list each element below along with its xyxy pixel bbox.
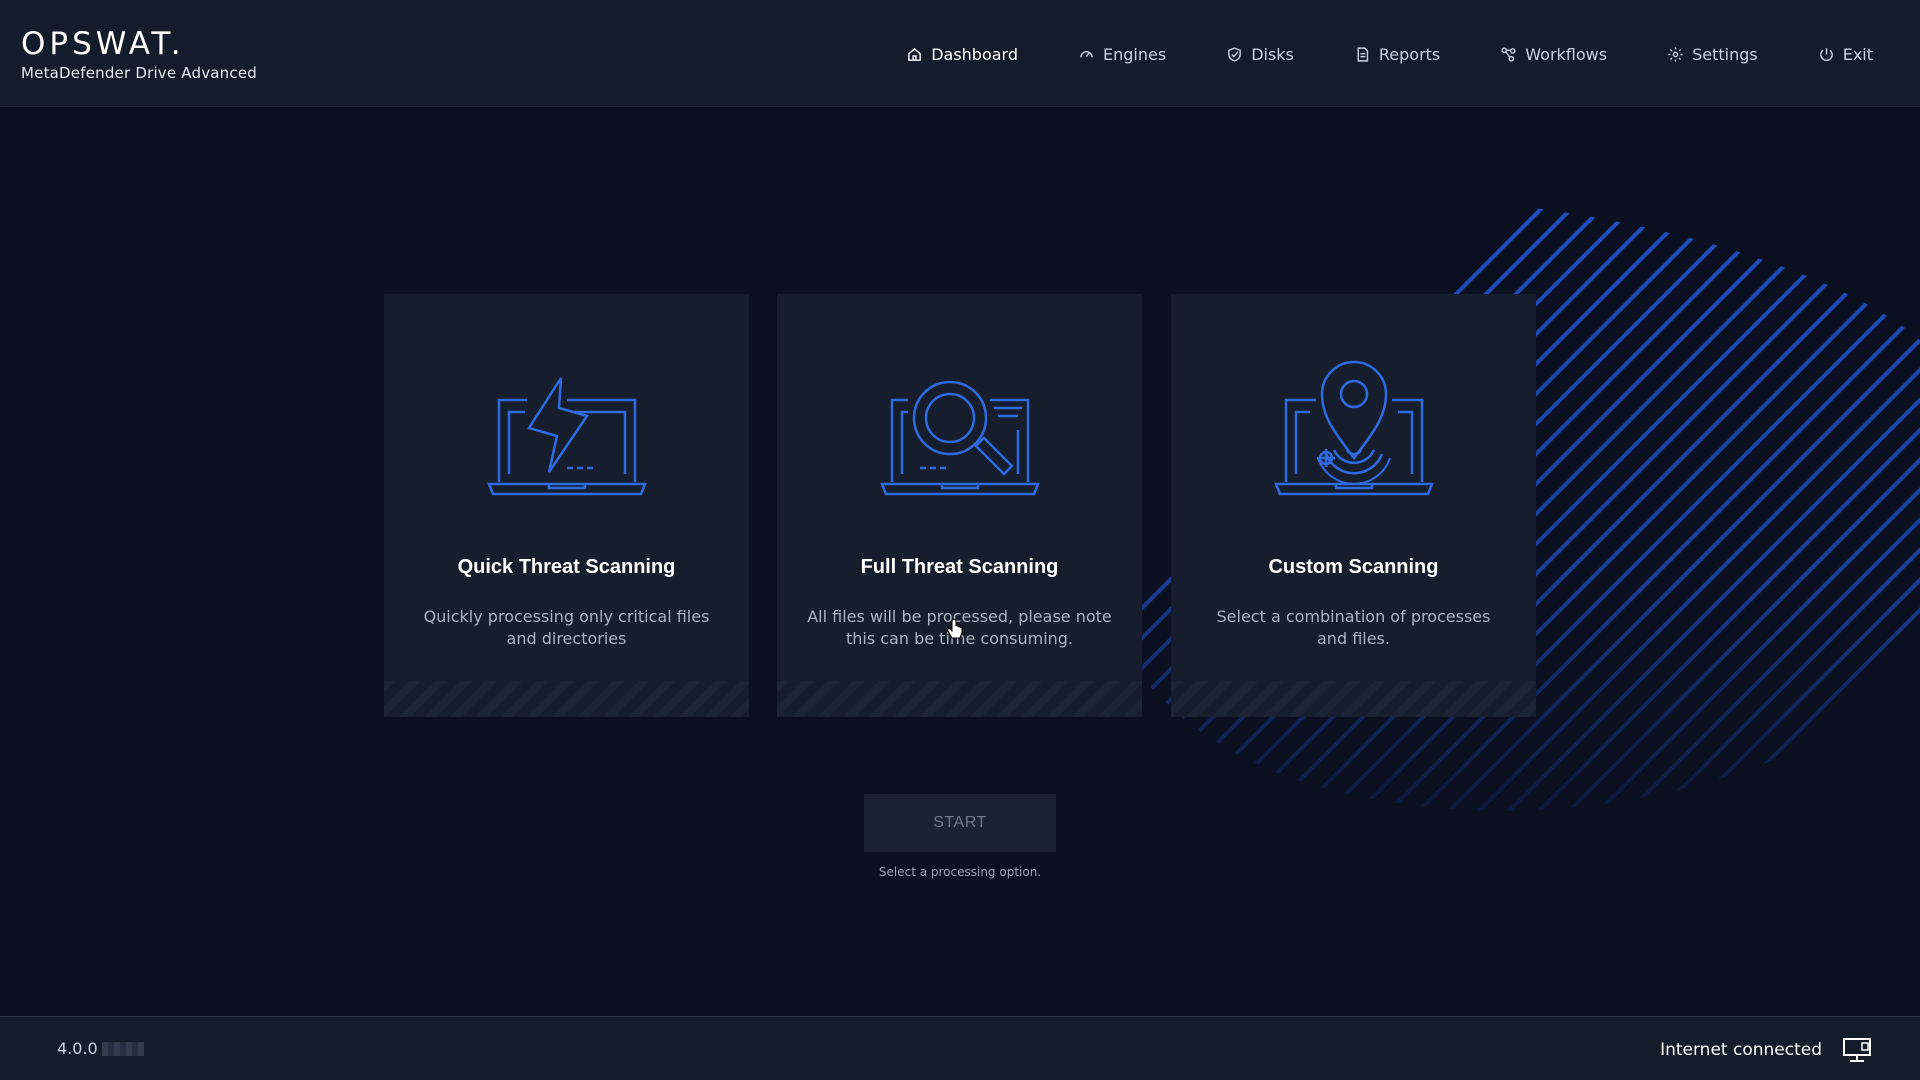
laptop-lightning-icon <box>486 377 647 496</box>
nav-item-dashboard[interactable]: Dashboard <box>906 45 1018 64</box>
nav-item-workflows[interactable]: Workflows <box>1500 45 1607 64</box>
hand-cursor-icon <box>947 619 963 639</box>
gear-icon <box>1668 46 1683 62</box>
start-hint: Select a processing option. <box>878 865 1042 879</box>
nav-item-label: Reports <box>1378 44 1441 64</box>
app-footer: 4.0.0 Internet connected <box>0 1016 1920 1080</box>
nav-item-label: Workflows <box>1525 44 1608 64</box>
nav-item-exit[interactable]: Exit <box>1818 45 1873 64</box>
scan-options: Quick Threat Scanning Quickly processing… <box>384 294 1536 717</box>
laptop-magnifier-icon <box>879 380 1040 496</box>
quick-threat-scanning-card[interactable]: Quick Threat Scanning Quickly processing… <box>384 294 749 717</box>
connection-status: Internet connected <box>1660 1040 1822 1060</box>
card-description: Quickly processing only critical files a… <box>423 607 710 648</box>
power-icon <box>1819 47 1833 61</box>
nav-item-label: Settings <box>1692 44 1758 64</box>
card-title: Quick Threat Scanning <box>457 556 676 578</box>
nav-item-label: Disks <box>1251 44 1294 64</box>
card-description: Select a combination of processes and fi… <box>1216 607 1491 648</box>
monitor-network-icon[interactable] <box>1842 1037 1872 1063</box>
version-info: 4.0.0 <box>57 1039 144 1058</box>
card-stripe-decoration <box>384 681 749 717</box>
main-nav: Dashboard Engines Disks Reports Workflow… <box>846 40 1873 68</box>
card-title: Custom Scanning <box>1268 556 1439 578</box>
brand: OPSWAT. MetaDefender Drive Advanced <box>21 28 257 82</box>
card-title: Full Threat Scanning <box>860 556 1059 578</box>
home-icon <box>908 47 922 61</box>
opswat-logo: OPSWAT. <box>21 26 185 62</box>
version-number: 4.0.0 <box>57 1039 98 1058</box>
full-threat-scanning-card[interactable]: Full Threat Scanning All files will be p… <box>777 294 1142 717</box>
nav-item-settings[interactable]: Settings <box>1667 45 1758 64</box>
workflow-icon <box>1501 46 1516 62</box>
laptop-location-pin-icon <box>1273 360 1434 496</box>
app-header: OPSWAT. MetaDefender Drive Advanced Dash… <box>0 0 1920 107</box>
nav-item-engines[interactable]: Engines <box>1078 45 1166 64</box>
nav-item-label: Dashboard <box>931 44 1019 64</box>
gauge-icon <box>1080 50 1093 57</box>
product-name: MetaDefender Drive Advanced <box>21 64 257 82</box>
start-button[interactable]: START <box>864 794 1056 852</box>
card-stripe-decoration <box>777 681 1142 717</box>
version-build-redacted <box>101 1041 144 1056</box>
document-icon <box>1357 46 1369 62</box>
nav-item-label: Engines <box>1103 44 1167 64</box>
nav-item-reports[interactable]: Reports <box>1354 45 1440 64</box>
nav-item-disks[interactable]: Disks <box>1226 45 1294 64</box>
shield-check-icon <box>1228 46 1242 62</box>
card-stripe-decoration <box>1171 681 1536 717</box>
custom-scanning-card[interactable]: Custom Scanning Select a combination of … <box>1171 294 1536 717</box>
nav-item-label: Exit <box>1842 44 1873 64</box>
